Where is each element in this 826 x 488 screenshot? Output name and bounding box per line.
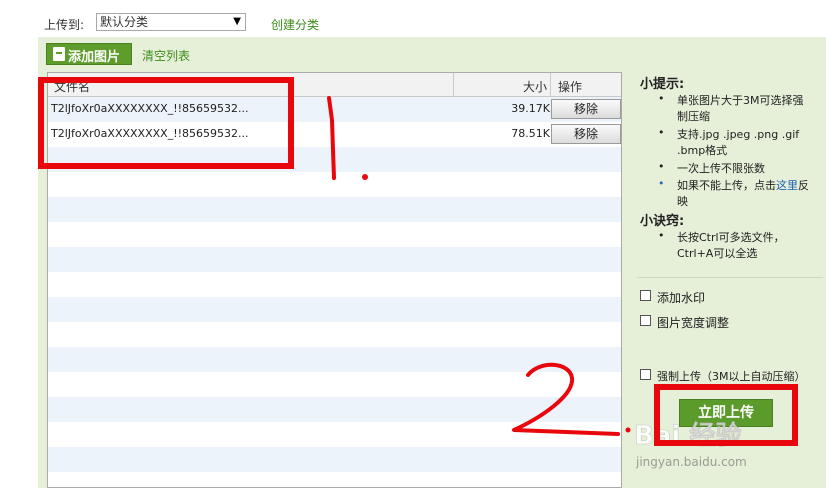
annotation-marks <box>327 96 631 436</box>
annotation-number-2 <box>512 362 620 436</box>
annotation-dot <box>362 174 368 180</box>
annotation-number-1 <box>327 96 336 180</box>
annotation-dot <box>625 427 631 433</box>
